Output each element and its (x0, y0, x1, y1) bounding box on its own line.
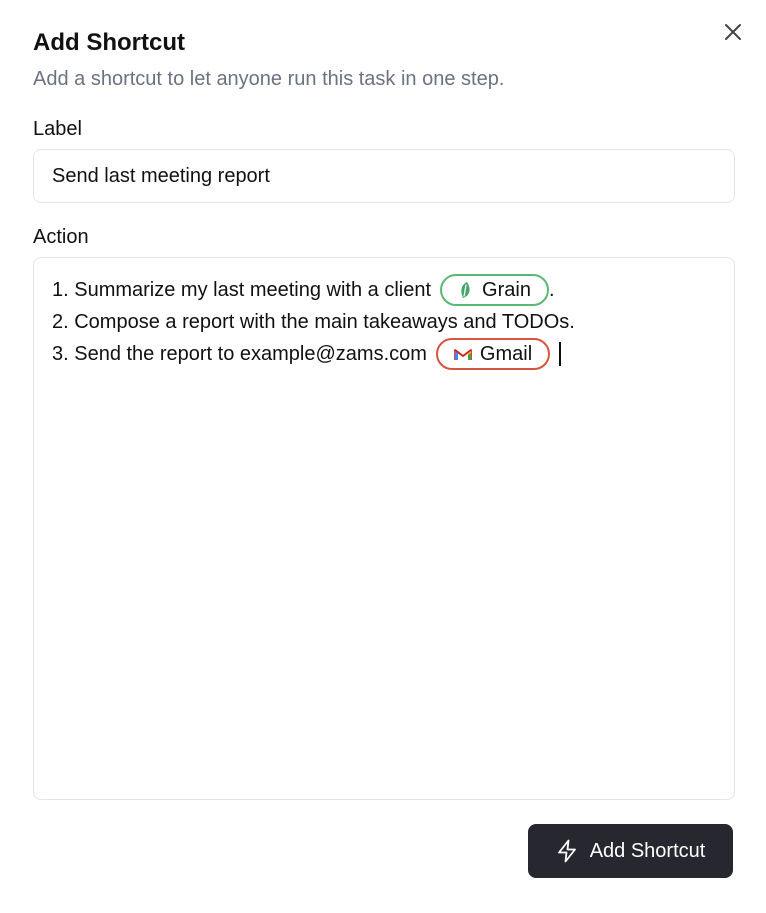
gmail-chip[interactable]: Gmail (435, 338, 551, 370)
add-shortcut-button-label: Add Shortcut (589, 839, 706, 862)
grain-leaf-icon (458, 281, 474, 299)
label-input[interactable] (33, 149, 735, 203)
action-line: 1. Summarize my last meeting with a clie… (52, 274, 716, 306)
action-line-text: 3. Send the report to example@zams.com (52, 343, 427, 365)
gmail-chip-label: Gmail (479, 343, 533, 365)
close-icon (725, 24, 741, 40)
dialog-subtitle: Add a shortcut to let anyone run this ta… (33, 68, 505, 90)
action-line-text: 1. Summarize my last meeting with a clie… (52, 279, 432, 301)
lightning-bolt-icon (556, 839, 578, 863)
grain-chip[interactable]: Grain (440, 274, 549, 306)
action-line-suffix: . (548, 279, 555, 301)
grain-chip-label: Grain (482, 279, 531, 301)
action-line: 3. Send the report to example@zams.com G… (52, 338, 716, 370)
gmail-icon (453, 347, 472, 361)
label-field-label: Label (33, 118, 82, 140)
action-editor[interactable]: 1. Summarize my last meeting with a clie… (33, 257, 735, 800)
text-cursor (559, 342, 562, 366)
action-line-text: 2. Compose a report with the main takeaw… (52, 311, 575, 333)
add-shortcut-button[interactable]: Add Shortcut (528, 824, 733, 878)
close-button[interactable] (721, 20, 745, 44)
dialog-title: Add Shortcut (33, 29, 185, 56)
add-shortcut-dialog: Add Shortcut Add a shortcut to let anyon… (0, 0, 766, 913)
action-line: 2. Compose a report with the main takeaw… (52, 306, 716, 338)
action-field-label: Action (33, 226, 89, 248)
